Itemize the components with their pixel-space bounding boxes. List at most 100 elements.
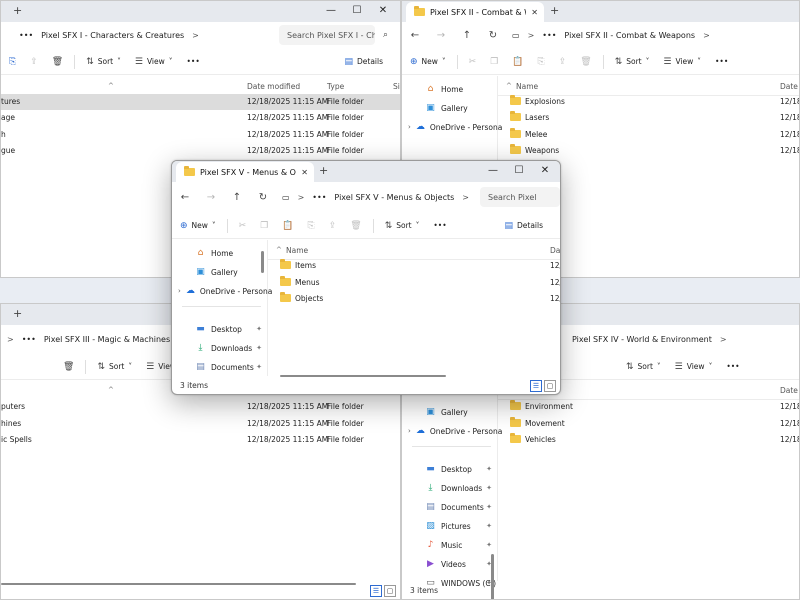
nav-item-home[interactable]: ⌂ Home [172, 244, 267, 262]
nav-item-gallery[interactable]: ▣ Gallery [402, 99, 497, 117]
up-button[interactable]: ↑ [224, 192, 250, 203]
chevron-right-icon[interactable]: › [408, 427, 411, 435]
chevron-right-icon[interactable]: > [703, 31, 710, 40]
list-item[interactable]: Explosions12/18/2 [498, 94, 799, 110]
new-tab-button[interactable]: + [319, 164, 328, 177]
maximize-button[interactable]: ☐ [506, 163, 532, 179]
nav-item-desktop[interactable]: ▬ Desktop ✦ [172, 320, 267, 338]
new-tab-button[interactable]: + [550, 4, 559, 17]
chevron-right-icon[interactable]: > [528, 31, 535, 40]
nav-item-desktop[interactable]: ▬ Desktop ✦ [402, 460, 497, 478]
breadcrumb-item[interactable]: Pixel SFX V - Menus & Objects [334, 193, 454, 202]
minimize-button[interactable]: — [480, 163, 506, 179]
share-button[interactable]: ⇪ [322, 221, 344, 231]
new-button[interactable]: ⊕ New ˅ [402, 57, 453, 67]
forward-button[interactable]: → [198, 192, 224, 203]
column-date[interactable]: Date modified [247, 82, 300, 91]
search-icon[interactable]: ⌕ [383, 30, 388, 40]
rename-button[interactable]: ⎘ [1, 57, 23, 67]
list-item[interactable]: Movement12/18/2 [498, 416, 799, 432]
new-button[interactable]: ⊕ New ˅ [172, 221, 223, 231]
refresh-button[interactable]: ↻ [480, 30, 506, 41]
nav-item-home[interactable]: ⌂ Home [402, 80, 497, 98]
tab-menus[interactable]: Pixel SFX V - Menus & Objects ✕ [176, 162, 314, 182]
column-type[interactable]: Type [327, 82, 344, 91]
chevron-right-icon[interactable]: › [178, 287, 181, 295]
chevron-right-icon[interactable]: > [298, 193, 305, 202]
table-row[interactable]: age 12/18/2025 11:15 AM File folder [1, 110, 400, 126]
list-item[interactable]: Items12/1 [268, 258, 560, 274]
breadcrumb-item[interactable]: Pixel SFX IV - World & Environment [572, 335, 712, 344]
nav-scrollbar[interactable] [261, 251, 264, 273]
nav-item-videos[interactable]: ▶ Videos ✦ [402, 555, 497, 573]
tab-combat[interactable]: Pixel SFX II - Combat & Weapo ✕ [406, 2, 544, 22]
sort-button[interactable]: ⇅ Sort ˅ [378, 221, 427, 231]
nav-item-gallery[interactable]: ▣ Gallery [172, 263, 267, 281]
table-row[interactable]: tures 12/18/2025 11:15 AM File folder [1, 94, 400, 110]
view-button[interactable]: ☰ View ˅ [656, 57, 708, 67]
more-options-button[interactable]: ••• [719, 362, 746, 371]
details-view-button[interactable]: ☰ [370, 585, 382, 597]
chevron-right-icon[interactable]: > [192, 31, 199, 40]
refresh-button[interactable]: ↻ [250, 192, 276, 203]
details-pane-button[interactable]: ▤ Details [497, 221, 550, 231]
list-item[interactable]: Lasers12/18/2 [498, 110, 799, 126]
chevron-right-icon[interactable]: > [720, 335, 727, 344]
table-row[interactable]: ic Spells 12/18/2025 11:15 AM File folder [1, 432, 400, 448]
breadcrumb-item[interactable]: Pixel SFX II - Combat & Weapons [564, 31, 695, 40]
sort-button[interactable]: ⇅ Sort ˅ [90, 362, 139, 372]
delete-button[interactable]: 🗑 [343, 221, 368, 231]
list-item[interactable]: Environment12/18/2 [498, 399, 799, 415]
chevron-right-icon[interactable]: › [408, 123, 411, 131]
new-tab-button[interactable]: + [13, 307, 22, 320]
rename-button[interactable]: ⎘ [301, 221, 322, 231]
delete-button[interactable]: 🗑 [45, 57, 70, 67]
breadcrumb-item[interactable]: Pixel SFX III - Magic & Machines [44, 335, 170, 344]
breadcrumb-item[interactable]: Pixel SFX I - Characters & Creatures [41, 31, 184, 40]
forward-button[interactable]: → [428, 30, 454, 41]
more-options-button[interactable]: ••• [426, 221, 453, 230]
list-item[interactable]: Weapons12/18/2 [498, 143, 799, 159]
nav-item-documents[interactable]: ▤ Documents ✦ [402, 498, 497, 516]
back-button[interactable]: ← [402, 30, 428, 41]
close-button[interactable]: ✕ [532, 163, 558, 179]
column-name[interactable]: Name [516, 82, 538, 91]
list-item[interactable]: Menus12/1 [268, 275, 560, 291]
maximize-button[interactable]: ☐ [344, 3, 370, 19]
nav-item-downloads[interactable]: ⤓ Downloads ✦ [172, 339, 267, 357]
view-button[interactable]: ☰ View ˅ [128, 57, 180, 67]
new-tab-button[interactable]: + [13, 4, 22, 17]
details-pane-button[interactable]: ▤ Details [337, 57, 390, 67]
list-item[interactable]: Vehicles12/18/2 [498, 432, 799, 448]
sort-button[interactable]: ⇅ Sort ˅ [79, 57, 128, 67]
list-item[interactable]: Objects12/1 [268, 291, 560, 307]
column-size[interactable]: Size [393, 82, 400, 91]
search-input[interactable]: Search Pixel [480, 187, 560, 207]
tiles-view-button[interactable]: ▢ [384, 585, 396, 597]
table-row[interactable]: gue 12/18/2025 11:15 AM File folder [1, 143, 400, 159]
details-view-button[interactable]: ☰ [530, 380, 542, 392]
nav-item-gallery[interactable]: ▣ Gallery [402, 403, 497, 421]
cut-button[interactable]: ✂ [462, 57, 484, 67]
table-row[interactable]: h 12/18/2025 11:15 AM File folder [1, 127, 400, 143]
breadcrumb-more[interactable]: ••• [312, 193, 326, 202]
column-date[interactable]: Date m [780, 82, 799, 91]
rename-button[interactable]: ⎘ [531, 57, 552, 67]
chevron-right-icon[interactable]: > [462, 193, 469, 202]
up-button[interactable]: ↑ [454, 30, 480, 41]
search-input[interactable]: Search Pixel SFX I - Char [279, 25, 375, 45]
nav-item-pictures[interactable]: ▨ Pictures ✦ [402, 517, 497, 535]
breadcrumb-more[interactable]: ••• [19, 31, 33, 40]
column-date[interactable]: Date m [550, 246, 560, 255]
column-name[interactable]: Name [286, 246, 308, 255]
close-tab-icon[interactable]: ✕ [301, 168, 308, 177]
view-button[interactable]: ☰ View ˅ [668, 362, 720, 372]
copy-button[interactable]: ❐ [483, 57, 505, 67]
close-tab-icon[interactable]: ✕ [531, 8, 538, 17]
list-item[interactable]: Melee12/18/2 [498, 127, 799, 143]
nav-item-documents[interactable]: ▤ Documents ✦ [172, 358, 267, 376]
chevron-right-icon[interactable]: > [7, 335, 14, 344]
horizontal-scrollbar[interactable] [1, 583, 356, 585]
breadcrumb-more[interactable]: ••• [542, 31, 556, 40]
copy-button[interactable]: ❐ [253, 221, 275, 231]
